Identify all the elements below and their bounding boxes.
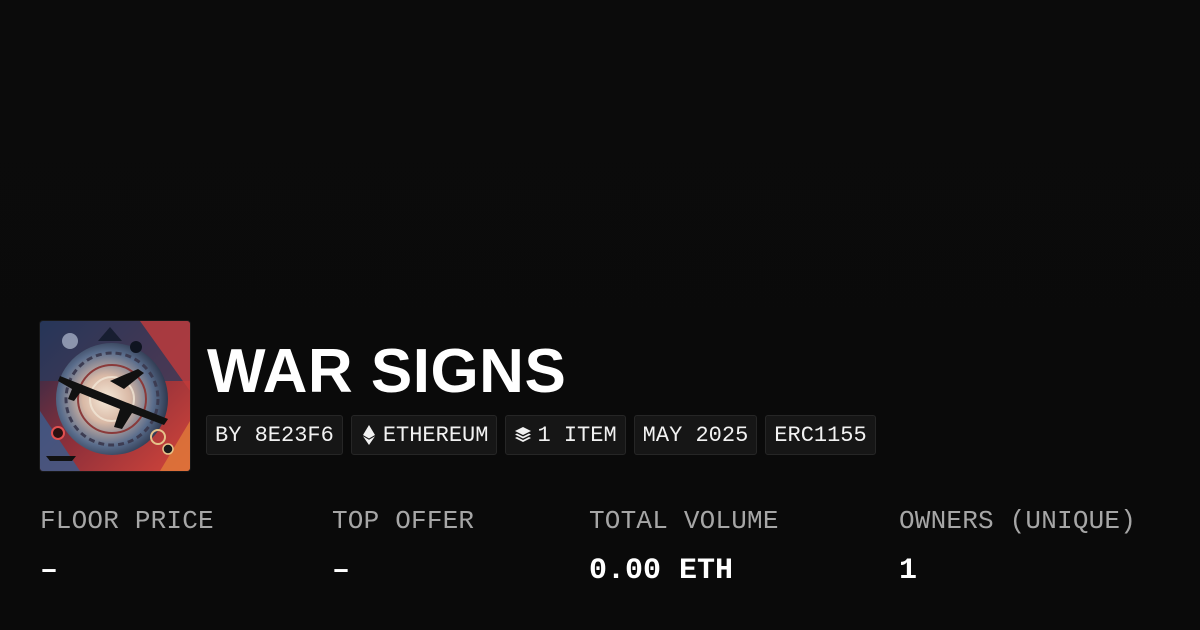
creator-tag[interactable]: BY 8E23F6 xyxy=(206,415,343,455)
stat-owners-value: 1 xyxy=(899,554,918,588)
stat-top-offer-label: TOP OFFER xyxy=(332,506,475,536)
created-date-tag: MAY 2025 xyxy=(633,415,758,455)
stat-owners-label: OWNERS (UNIQUE) xyxy=(899,506,1137,536)
chain-tag-label: ETHEREUM xyxy=(382,422,489,448)
stat-top-offer-value: – xyxy=(332,554,351,588)
stat-top-offer: TOP OFFER – xyxy=(332,500,474,600)
item-count-tag-label: 1 ITEM xyxy=(537,422,617,448)
chain-tag[interactable]: ETHEREUM xyxy=(350,415,498,455)
collection-artwork-image xyxy=(40,321,190,471)
collection-stats: FLOOR PRICE – TOP OFFER – TOTAL VOLUME 0… xyxy=(40,500,1180,600)
stat-total-volume-label: TOTAL VOLUME xyxy=(589,506,779,536)
stat-floor-price-value: – xyxy=(40,554,59,588)
stat-owners: OWNERS (UNIQUE) 1 xyxy=(899,500,1136,600)
item-count-tag[interactable]: 1 ITEM xyxy=(505,415,626,455)
stat-total-volume: TOTAL VOLUME 0.00 ETH xyxy=(589,500,779,600)
stat-floor-price-label: FLOOR PRICE xyxy=(40,506,214,536)
ethereum-icon xyxy=(360,424,378,446)
stat-total-volume-value: 0.00 ETH xyxy=(589,554,734,588)
token-standard-tag: ERC1155 xyxy=(765,415,876,455)
creator-tag-label: BY 8E23F6 xyxy=(215,422,334,448)
collection-title: WAR SIGNS xyxy=(207,337,567,406)
created-date-tag-label: MAY 2025 xyxy=(642,422,749,448)
collection-thumbnail[interactable] xyxy=(40,321,190,471)
token-standard-tag-label: ERC1155 xyxy=(774,422,867,448)
stat-floor-price: FLOOR PRICE – xyxy=(40,500,214,600)
collection-tags: BY 8E23F6 ETHEREUM 1 ITEM MAY 2025 ERC11… xyxy=(206,415,876,455)
layers-icon xyxy=(514,424,532,446)
